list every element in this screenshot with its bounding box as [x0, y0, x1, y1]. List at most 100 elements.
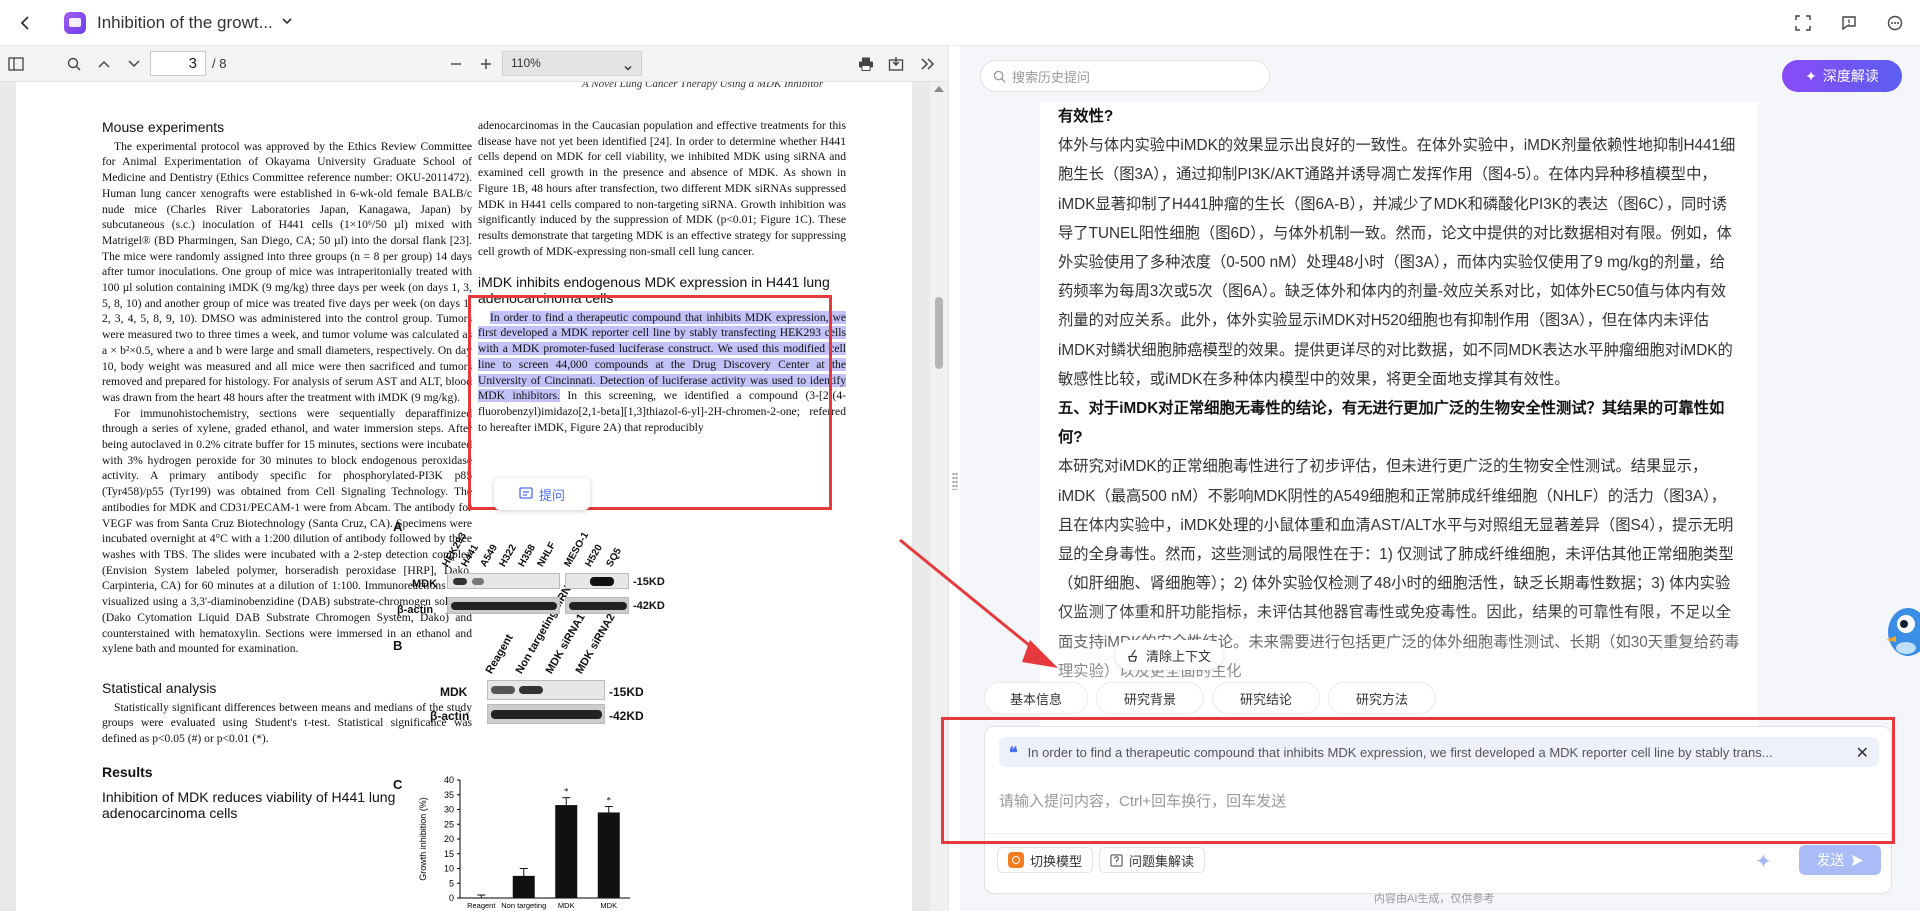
question-icon [1110, 853, 1123, 867]
answer-question-tail: 有效性? [1058, 108, 1114, 125]
answer-question-5: 五、对于iMDK对正常细胞无毒性的结论，有无进行更加广泛的生物安全性测试？其结果… [1058, 400, 1725, 447]
page-number-input[interactable]: 3 [150, 51, 206, 76]
deep-read-label: 深度解读 [1822, 68, 1879, 84]
zoom-select[interactable]: 110% [502, 51, 642, 76]
chip-basic-info[interactable]: 基本信息 [984, 682, 1088, 714]
ask-label: 提问 [538, 487, 565, 503]
y-tick-label: 20 [444, 834, 454, 844]
top-right-actions [1792, 12, 1920, 34]
document-title[interactable]: Inhibition of the growt... [97, 13, 273, 33]
print-icon[interactable] [856, 54, 876, 74]
answer-text: 有效性? 体外与体内实验中iMDK的效果显示出良好的一致性。在体外实验中，iMD… [1040, 102, 1758, 686]
significance-mark: * [607, 796, 612, 806]
paragraph-stats: Statistically significant differences be… [102, 700, 472, 746]
previous-page-icon[interactable] [94, 54, 114, 74]
fullscreen-icon[interactable] [1792, 12, 1814, 34]
clear-context-button[interactable]: 清除上下文 [1115, 640, 1224, 670]
back-icon[interactable] [14, 12, 36, 34]
page-total: / 8 [212, 56, 227, 71]
y-tick-label: 40 [444, 775, 454, 785]
search-icon [993, 70, 1006, 83]
chip-methods[interactable]: 研究方法 [1328, 682, 1436, 714]
broom-icon [1128, 649, 1138, 662]
scroll-thumb[interactable] [935, 297, 943, 369]
kd-42-a: -42KD [633, 600, 665, 612]
y-tick-label: 30 [444, 805, 454, 815]
lane-label: SQ5 [604, 546, 625, 569]
blot-a-mdk-label: MDK [412, 578, 438, 590]
bar [555, 805, 578, 898]
y-tick-label: 15 [444, 849, 454, 859]
figure-label-c: C [393, 777, 403, 792]
y-axis-label: Growth inhibition (%) [418, 797, 428, 881]
x-tick-label: Non targeting [501, 901, 546, 910]
paragraph-ihc: For immunohistochemistry, sections were … [102, 406, 472, 656]
band [472, 578, 484, 585]
sparkle-icon[interactable]: ✦ [1755, 849, 1772, 874]
mascot-icon[interactable] [1882, 596, 1920, 660]
ask-icon [519, 487, 533, 499]
y-tick-label: 0 [449, 893, 454, 903]
history-search-input[interactable]: 搜索历史提问 [980, 60, 1270, 92]
blot-b-mdk-label: MDK [440, 685, 468, 699]
blot-a-actin-label: β-actin [397, 604, 434, 616]
scroll-up-icon[interactable] [934, 86, 944, 92]
clear-context-label: 清除上下文 [1146, 648, 1212, 664]
running-head: A Novel Lung Cancer Therapy Using a MDK … [582, 82, 824, 90]
zoom-value: 110% [511, 56, 541, 70]
pdf-page: A Novel Lung Cancer Therapy Using a MDK … [16, 82, 912, 911]
band [453, 578, 467, 585]
blot-b-actin-label: β-actin [430, 709, 470, 723]
model-icon [1008, 852, 1024, 868]
heading-statistical-analysis: Statistical analysis [102, 679, 217, 696]
feedback-icon[interactable] [1838, 12, 1860, 34]
send-icon [1851, 854, 1863, 866]
deep-read-button[interactable]: ✦ 深度解读 [1782, 60, 1902, 92]
send-button[interactable]: 发送 [1799, 845, 1881, 875]
sparkle-icon: ✦ [1805, 67, 1817, 84]
next-page-icon[interactable] [124, 54, 144, 74]
chevron-down-icon[interactable] [280, 14, 296, 30]
search-icon[interactable] [64, 54, 84, 74]
band [451, 602, 557, 610]
y-tick-label: 35 [444, 790, 454, 800]
kd-15-a: -15KD [633, 576, 665, 588]
drag-handle-icon[interactable] [952, 472, 958, 490]
chip-conclusion[interactable]: 研究结论 [1212, 682, 1320, 714]
bar [597, 812, 620, 898]
blot-a-actin-right [565, 597, 629, 614]
blot-b-mdk [487, 680, 605, 700]
pdf-left-column: Mouse experiments The experimental proto… [102, 118, 472, 825]
chip-background[interactable]: 研究背景 [1096, 682, 1204, 714]
blot-a-mdk-right [565, 573, 629, 589]
ai-disclaimer: 内容由AI生成，仅供参考 [1374, 893, 1495, 905]
more-icon[interactable] [1884, 12, 1906, 34]
band [491, 710, 602, 719]
lane-label: NHLF [535, 540, 559, 569]
switch-model-button[interactable]: 切换模型 [997, 847, 1094, 873]
x-tick-label: MDK [558, 901, 575, 910]
zoom-out-icon[interactable] [446, 54, 466, 74]
pdf-viewer[interactable]: A Novel Lung Cancer Therapy Using a MDK … [0, 82, 948, 911]
ask-button[interactable]: 提问 [494, 478, 590, 510]
download-icon[interactable] [886, 54, 906, 74]
more-tools-icon[interactable] [918, 54, 938, 74]
y-tick-label: 10 [444, 864, 454, 874]
zoom-in-icon[interactable] [476, 54, 496, 74]
y-tick-label: 25 [444, 819, 454, 829]
x-tick-label: Reagent [467, 901, 496, 910]
kd-15-b: -15KD [609, 685, 644, 699]
pdf-toolbar: 3 / 8 110% [0, 46, 948, 82]
sidebar-toggle-icon[interactable] [6, 54, 26, 74]
annotation-box-input [941, 717, 1895, 844]
question-set-button[interactable]: 问题集解读 [1099, 847, 1206, 873]
significance-mark: * [564, 787, 569, 797]
top-bar: Inhibition of the growt... [0, 0, 1920, 46]
chevron-down-icon [623, 58, 633, 81]
lane-label: H358 [516, 542, 538, 569]
paragraph-mouse: The experimental protocol was approved b… [102, 139, 472, 404]
band [491, 686, 515, 694]
band [569, 602, 627, 610]
blot-b-actin [487, 704, 605, 724]
question-set-label: 问题集解读 [1129, 853, 1195, 869]
